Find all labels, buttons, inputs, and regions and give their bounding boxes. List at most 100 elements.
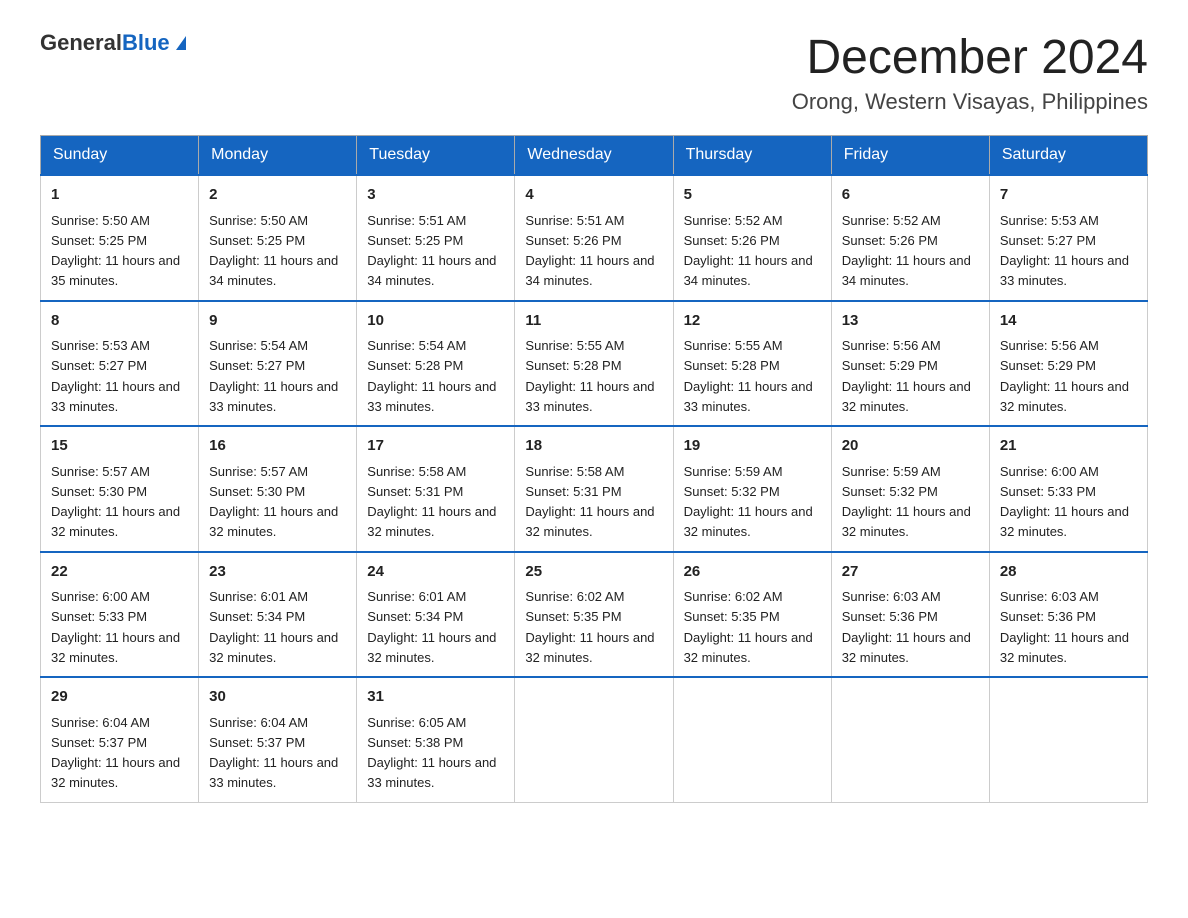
day-info: Sunrise: 5:51 AMSunset: 5:26 PMDaylight:…	[525, 213, 654, 289]
calendar-day-cell: 31 Sunrise: 6:05 AMSunset: 5:38 PMDaylig…	[357, 677, 515, 802]
day-number: 1	[51, 184, 188, 207]
day-info: Sunrise: 5:50 AMSunset: 5:25 PMDaylight:…	[51, 213, 180, 289]
location-title: Orong, Western Visayas, Philippines	[792, 89, 1148, 115]
day-info: Sunrise: 6:00 AMSunset: 5:33 PMDaylight:…	[1000, 464, 1129, 540]
day-info: Sunrise: 6:01 AMSunset: 5:34 PMDaylight:…	[209, 589, 338, 665]
day-number: 27	[842, 561, 979, 584]
day-number: 29	[51, 686, 188, 709]
calendar-week-row: 22 Sunrise: 6:00 AMSunset: 5:33 PMDaylig…	[41, 552, 1148, 678]
day-info: Sunrise: 5:57 AMSunset: 5:30 PMDaylight:…	[209, 464, 338, 540]
day-number: 18	[525, 435, 662, 458]
calendar-week-row: 1 Sunrise: 5:50 AMSunset: 5:25 PMDayligh…	[41, 175, 1148, 301]
day-number: 2	[209, 184, 346, 207]
day-info: Sunrise: 5:53 AMSunset: 5:27 PMDaylight:…	[51, 338, 180, 414]
weekday-header: Wednesday	[515, 136, 673, 176]
day-number: 3	[367, 184, 504, 207]
day-info: Sunrise: 5:58 AMSunset: 5:31 PMDaylight:…	[367, 464, 496, 540]
day-number: 6	[842, 184, 979, 207]
day-number: 13	[842, 310, 979, 333]
calendar-day-cell: 7 Sunrise: 5:53 AMSunset: 5:27 PMDayligh…	[989, 175, 1147, 301]
weekday-header: Thursday	[673, 136, 831, 176]
calendar-day-cell: 19 Sunrise: 5:59 AMSunset: 5:32 PMDaylig…	[673, 426, 831, 552]
day-number: 20	[842, 435, 979, 458]
day-number: 9	[209, 310, 346, 333]
calendar-week-row: 29 Sunrise: 6:04 AMSunset: 5:37 PMDaylig…	[41, 677, 1148, 802]
day-info: Sunrise: 6:03 AMSunset: 5:36 PMDaylight:…	[1000, 589, 1129, 665]
day-number: 5	[684, 184, 821, 207]
header-row: SundayMondayTuesdayWednesdayThursdayFrid…	[41, 136, 1148, 176]
calendar-day-cell	[515, 677, 673, 802]
day-info: Sunrise: 6:05 AMSunset: 5:38 PMDaylight:…	[367, 715, 496, 791]
day-info: Sunrise: 5:54 AMSunset: 5:27 PMDaylight:…	[209, 338, 338, 414]
calendar-day-cell: 29 Sunrise: 6:04 AMSunset: 5:37 PMDaylig…	[41, 677, 199, 802]
weekday-header: Sunday	[41, 136, 199, 176]
calendar-day-cell	[673, 677, 831, 802]
day-info: Sunrise: 6:02 AMSunset: 5:35 PMDaylight:…	[525, 589, 654, 665]
logo-icon	[176, 36, 186, 50]
day-number: 24	[367, 561, 504, 584]
calendar-day-cell: 10 Sunrise: 5:54 AMSunset: 5:28 PMDaylig…	[357, 301, 515, 427]
calendar-day-cell: 17 Sunrise: 5:58 AMSunset: 5:31 PMDaylig…	[357, 426, 515, 552]
weekday-header: Monday	[199, 136, 357, 176]
day-number: 10	[367, 310, 504, 333]
calendar-day-cell: 12 Sunrise: 5:55 AMSunset: 5:28 PMDaylig…	[673, 301, 831, 427]
calendar-table: SundayMondayTuesdayWednesdayThursdayFrid…	[40, 135, 1148, 803]
day-number: 31	[367, 686, 504, 709]
calendar-day-cell: 30 Sunrise: 6:04 AMSunset: 5:37 PMDaylig…	[199, 677, 357, 802]
calendar-day-cell: 8 Sunrise: 5:53 AMSunset: 5:27 PMDayligh…	[41, 301, 199, 427]
calendar-day-cell: 28 Sunrise: 6:03 AMSunset: 5:36 PMDaylig…	[989, 552, 1147, 678]
day-number: 26	[684, 561, 821, 584]
day-info: Sunrise: 5:59 AMSunset: 5:32 PMDaylight:…	[684, 464, 813, 540]
day-info: Sunrise: 5:58 AMSunset: 5:31 PMDaylight:…	[525, 464, 654, 540]
title-block: December 2024 Orong, Western Visayas, Ph…	[792, 30, 1148, 115]
day-number: 23	[209, 561, 346, 584]
day-info: Sunrise: 5:52 AMSunset: 5:26 PMDaylight:…	[842, 213, 971, 289]
day-number: 16	[209, 435, 346, 458]
calendar-day-cell: 14 Sunrise: 5:56 AMSunset: 5:29 PMDaylig…	[989, 301, 1147, 427]
calendar-day-cell: 5 Sunrise: 5:52 AMSunset: 5:26 PMDayligh…	[673, 175, 831, 301]
logo-text: GeneralBlue	[40, 30, 170, 56]
day-info: Sunrise: 5:51 AMSunset: 5:25 PMDaylight:…	[367, 213, 496, 289]
day-info: Sunrise: 6:02 AMSunset: 5:35 PMDaylight:…	[684, 589, 813, 665]
calendar-body: 1 Sunrise: 5:50 AMSunset: 5:25 PMDayligh…	[41, 175, 1148, 802]
calendar-day-cell: 23 Sunrise: 6:01 AMSunset: 5:34 PMDaylig…	[199, 552, 357, 678]
day-number: 15	[51, 435, 188, 458]
calendar-day-cell: 2 Sunrise: 5:50 AMSunset: 5:25 PMDayligh…	[199, 175, 357, 301]
day-info: Sunrise: 5:55 AMSunset: 5:28 PMDaylight:…	[684, 338, 813, 414]
calendar-day-cell: 16 Sunrise: 5:57 AMSunset: 5:30 PMDaylig…	[199, 426, 357, 552]
weekday-header: Friday	[831, 136, 989, 176]
day-info: Sunrise: 5:59 AMSunset: 5:32 PMDaylight:…	[842, 464, 971, 540]
day-info: Sunrise: 5:52 AMSunset: 5:26 PMDaylight:…	[684, 213, 813, 289]
day-info: Sunrise: 5:56 AMSunset: 5:29 PMDaylight:…	[842, 338, 971, 414]
day-info: Sunrise: 6:00 AMSunset: 5:33 PMDaylight:…	[51, 589, 180, 665]
logo-general: General	[40, 30, 122, 55]
day-number: 19	[684, 435, 821, 458]
calendar-day-cell: 25 Sunrise: 6:02 AMSunset: 5:35 PMDaylig…	[515, 552, 673, 678]
day-number: 11	[525, 310, 662, 333]
calendar-day-cell: 11 Sunrise: 5:55 AMSunset: 5:28 PMDaylig…	[515, 301, 673, 427]
day-info: Sunrise: 6:04 AMSunset: 5:37 PMDaylight:…	[209, 715, 338, 791]
calendar-day-cell: 21 Sunrise: 6:00 AMSunset: 5:33 PMDaylig…	[989, 426, 1147, 552]
calendar-day-cell: 22 Sunrise: 6:00 AMSunset: 5:33 PMDaylig…	[41, 552, 199, 678]
day-info: Sunrise: 5:57 AMSunset: 5:30 PMDaylight:…	[51, 464, 180, 540]
calendar-day-cell: 1 Sunrise: 5:50 AMSunset: 5:25 PMDayligh…	[41, 175, 199, 301]
day-number: 8	[51, 310, 188, 333]
day-info: Sunrise: 5:54 AMSunset: 5:28 PMDaylight:…	[367, 338, 496, 414]
logo: GeneralBlue	[40, 30, 186, 56]
calendar-day-cell: 20 Sunrise: 5:59 AMSunset: 5:32 PMDaylig…	[831, 426, 989, 552]
page-header: GeneralBlue December 2024 Orong, Western…	[40, 30, 1148, 115]
day-number: 4	[525, 184, 662, 207]
weekday-header: Tuesday	[357, 136, 515, 176]
day-number: 7	[1000, 184, 1137, 207]
calendar-day-cell: 4 Sunrise: 5:51 AMSunset: 5:26 PMDayligh…	[515, 175, 673, 301]
calendar-day-cell: 27 Sunrise: 6:03 AMSunset: 5:36 PMDaylig…	[831, 552, 989, 678]
day-info: Sunrise: 5:55 AMSunset: 5:28 PMDaylight:…	[525, 338, 654, 414]
weekday-header: Saturday	[989, 136, 1147, 176]
day-info: Sunrise: 6:04 AMSunset: 5:37 PMDaylight:…	[51, 715, 180, 791]
month-title: December 2024	[792, 30, 1148, 85]
day-number: 21	[1000, 435, 1137, 458]
day-number: 14	[1000, 310, 1137, 333]
day-number: 25	[525, 561, 662, 584]
calendar-day-cell: 18 Sunrise: 5:58 AMSunset: 5:31 PMDaylig…	[515, 426, 673, 552]
calendar-day-cell: 3 Sunrise: 5:51 AMSunset: 5:25 PMDayligh…	[357, 175, 515, 301]
